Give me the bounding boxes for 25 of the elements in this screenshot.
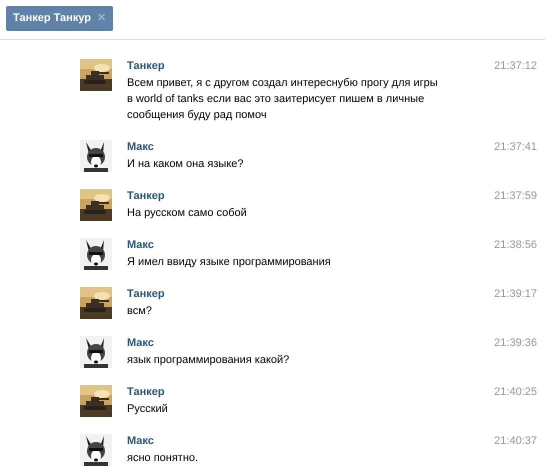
chat-tab[interactable]: Танкер Танкур ✕ (6, 6, 114, 30)
message-text: всм? (127, 304, 153, 318)
message-text: И на каком она языке? (127, 156, 244, 172)
author-name[interactable]: Танкер (127, 188, 480, 204)
message-text: ясно понятно. (127, 450, 200, 466)
message-text: Я имел ввиду языке программирования (127, 254, 332, 270)
message-time: 21:37:12 (494, 58, 537, 74)
message-time: 21:37:59 (494, 188, 537, 204)
message-text: Всем привет, я с другом создал интереснубю прогу для игры в world of tanks если вас это заитерисует пишем в личные сообщения буду рад помоч (127, 76, 439, 122)
message-time: 21:39:17 (494, 286, 537, 302)
message-text: Русский (127, 402, 169, 416)
message-text: На русском само собой (127, 206, 248, 220)
message-time: 21:38:56 (494, 238, 537, 252)
author-name[interactable]: Танкер (127, 58, 480, 74)
author-name[interactable]: Танкер (127, 384, 480, 400)
author-name[interactable]: Макс (127, 138, 480, 156)
author-name[interactable]: Макс (127, 432, 480, 450)
message-time: 21:39:36 (494, 336, 537, 350)
author-name[interactable]: Макс (127, 236, 480, 254)
author-name[interactable]: Танкер (127, 286, 480, 302)
message-time: 21:40:37 (494, 434, 537, 448)
message-time: 21:40:25 (494, 384, 537, 400)
message-time: 21:37:41 (494, 140, 537, 154)
message-text: язык программирования какой? (127, 352, 290, 368)
author-name[interactable]: Макс (127, 334, 480, 352)
